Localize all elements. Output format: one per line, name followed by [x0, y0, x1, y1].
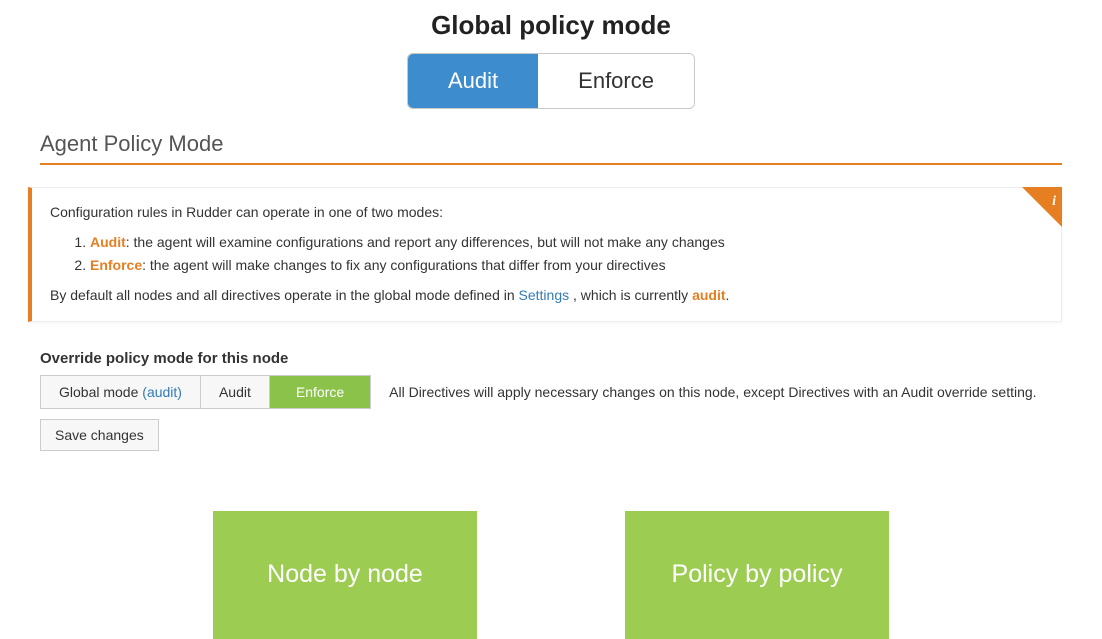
audit-keyword: Audit	[90, 234, 126, 250]
override-global-mode-button[interactable]: Global mode (audit)	[41, 376, 201, 408]
global-policy-toggle: Audit Enforce	[0, 53, 1102, 109]
page-title: Global policy mode	[0, 0, 1102, 41]
global-enforce-button[interactable]: Enforce	[538, 54, 694, 108]
tile-policy-by-policy[interactable]: Policy by policy	[625, 511, 889, 639]
info-item-audit: Audit: the agent will examine configurat…	[90, 232, 1013, 254]
section-rule	[40, 163, 1062, 165]
info-callout: i Configuration rules in Rudder can oper…	[28, 187, 1062, 322]
info-corner	[1022, 187, 1062, 227]
audit-desc: : the agent will examine configurations …	[126, 234, 725, 250]
nav-tiles: Node by node Policy by policy	[0, 511, 1102, 639]
override-audit-button[interactable]: Audit	[201, 376, 270, 408]
override-title: Override policy mode for this node	[40, 350, 1062, 367]
info-icon: i	[1052, 191, 1056, 213]
current-mode: audit	[692, 287, 725, 303]
override-button-group: Global mode (audit) Audit Enforce	[40, 375, 371, 409]
settings-link[interactable]: Settings	[519, 287, 570, 303]
info-footer-pre: By default all nodes and all directives …	[50, 287, 519, 303]
global-audit-button[interactable]: Audit	[408, 54, 538, 108]
enforce-keyword: Enforce	[90, 257, 142, 273]
override-global-label: Global mode	[59, 384, 142, 400]
override-global-value: (audit)	[142, 384, 182, 400]
info-item-enforce: Enforce: the agent will make changes to …	[90, 255, 1013, 277]
info-footer-end: .	[726, 287, 730, 303]
info-intro: Configuration rules in Rudder can operat…	[50, 202, 1013, 224]
override-enforce-button[interactable]: Enforce	[270, 376, 370, 408]
enforce-desc: : the agent will make changes to fix any…	[142, 257, 665, 273]
section-heading: Agent Policy Mode	[40, 131, 1062, 157]
info-footer-mid: , which is currently	[569, 287, 692, 303]
info-footer: By default all nodes and all directives …	[50, 285, 1013, 307]
override-section: Override policy mode for this node Globa…	[40, 350, 1062, 451]
override-description: All Directives will apply necessary chan…	[389, 384, 1036, 400]
tile-node-by-node[interactable]: Node by node	[213, 511, 477, 639]
save-button[interactable]: Save changes	[40, 419, 159, 451]
